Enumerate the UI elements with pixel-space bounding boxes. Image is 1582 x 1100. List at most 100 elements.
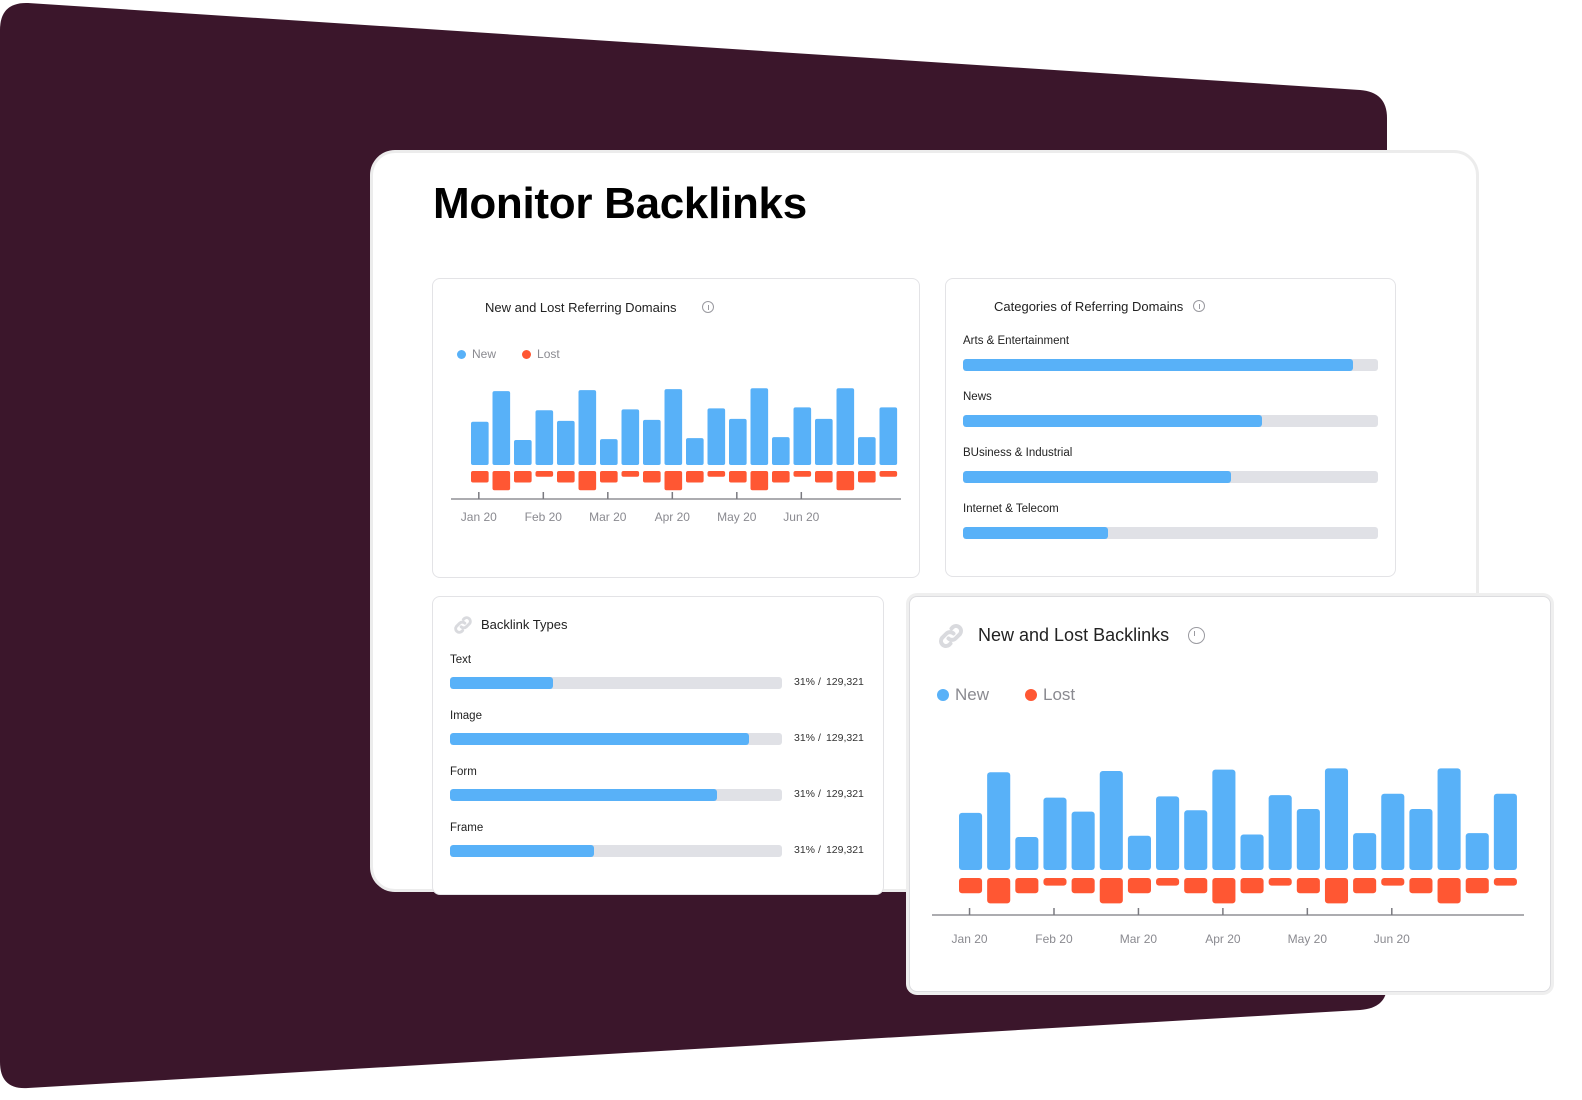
bar-new[interactable]	[750, 388, 769, 465]
backlinks-card: New and Lost Backlinks New Lost Jan 20 Fe…	[909, 596, 1551, 992]
bar-lost[interactable]	[1296, 878, 1320, 894]
bar-new[interactable]	[1324, 768, 1349, 870]
bar-lost[interactable]	[578, 471, 597, 491]
backlink-type-bar	[450, 845, 782, 857]
bar-new[interactable]	[1240, 834, 1264, 870]
stat-percent: 31%	[794, 676, 816, 688]
bar-new[interactable]	[1127, 835, 1151, 870]
bar-lost[interactable]	[1381, 878, 1405, 886]
backlink-type-label: Frame	[450, 822, 484, 834]
info-icon[interactable]	[702, 301, 714, 313]
info-icon[interactable]	[1188, 627, 1205, 644]
bar-lost[interactable]	[557, 471, 575, 483]
legend-lost[interactable]: Lost	[1025, 685, 1075, 705]
bar-lost[interactable]	[1156, 878, 1180, 886]
bar-lost[interactable]	[987, 878, 1011, 904]
bar-lost[interactable]	[643, 471, 661, 483]
bar-new[interactable]	[1409, 809, 1433, 870]
bar-new[interactable]	[1465, 833, 1489, 870]
backlink-type-bar-fill	[450, 733, 749, 745]
bar-new[interactable]	[1353, 833, 1377, 870]
bar-new[interactable]	[1184, 810, 1208, 870]
legend-new[interactable]: New	[937, 685, 989, 705]
bar-lost[interactable]	[1409, 878, 1433, 894]
bar-new[interactable]	[1071, 811, 1095, 870]
bar-lost[interactable]	[959, 878, 983, 894]
legend-new[interactable]: New	[457, 347, 496, 361]
bar-lost[interactable]	[1099, 878, 1123, 904]
bar-new[interactable]	[686, 438, 704, 465]
bar-lost[interactable]	[600, 471, 618, 483]
category-bar	[963, 415, 1378, 427]
bar-lost[interactable]	[535, 471, 554, 477]
bar-new[interactable]	[471, 421, 489, 465]
bar-lost[interactable]	[1493, 878, 1517, 886]
bar-lost[interactable]	[621, 471, 640, 477]
bar-lost[interactable]	[772, 471, 790, 483]
bar-new[interactable]	[772, 437, 790, 465]
bar-new[interactable]	[1493, 793, 1517, 870]
bar-lost[interactable]	[1324, 878, 1349, 904]
bar-new[interactable]	[600, 439, 618, 465]
lost-dot-icon	[522, 349, 532, 359]
bar-lost[interactable]	[514, 471, 532, 483]
bar-lost[interactable]	[815, 471, 833, 483]
bar-lost[interactable]	[729, 471, 747, 483]
bar-new[interactable]	[492, 391, 511, 465]
bar-lost[interactable]	[1184, 878, 1208, 894]
bar-new[interactable]	[793, 407, 812, 465]
bar-new[interactable]	[664, 389, 683, 465]
bar-lost[interactable]	[492, 471, 511, 491]
bar-lost[interactable]	[1465, 878, 1489, 894]
bar-new[interactable]	[959, 812, 983, 870]
x-tick-label: Feb 20	[525, 510, 563, 524]
bar-new[interactable]	[1296, 809, 1320, 870]
info-icon[interactable]	[1193, 300, 1205, 312]
bar-new[interactable]	[1156, 796, 1180, 870]
bar-lost[interactable]	[1127, 878, 1151, 894]
bar-new[interactable]	[1212, 769, 1236, 870]
bar-new[interactable]	[1015, 836, 1039, 870]
bar-lost[interactable]	[1071, 878, 1095, 894]
legend-lost[interactable]: Lost	[522, 347, 560, 361]
bar-lost[interactable]	[879, 471, 898, 477]
categories-title: Categories of Referring Domains	[994, 299, 1184, 314]
bar-new[interactable]	[1043, 797, 1067, 870]
bar-lost[interactable]	[1043, 878, 1067, 886]
category-label: Internet & Telecom	[963, 503, 1059, 515]
bar-lost[interactable]	[471, 471, 489, 483]
bar-new[interactable]	[621, 409, 640, 465]
bar-lost[interactable]	[1437, 878, 1461, 904]
bar-new[interactable]	[987, 772, 1011, 870]
bar-new[interactable]	[1381, 793, 1405, 870]
bar-new[interactable]	[514, 440, 532, 465]
bar-lost[interactable]	[858, 471, 876, 483]
bar-lost[interactable]	[1240, 878, 1264, 894]
bar-lost[interactable]	[836, 471, 855, 491]
bar-lost[interactable]	[686, 471, 704, 483]
bar-new[interactable]	[535, 410, 554, 465]
backlink-type-stat: 31%/ 129,321	[794, 732, 864, 744]
bar-new[interactable]	[879, 407, 898, 465]
bar-lost[interactable]	[1212, 878, 1236, 904]
bar-new[interactable]	[707, 408, 726, 465]
bar-new[interactable]	[815, 418, 833, 465]
bar-new[interactable]	[1437, 768, 1461, 870]
bar-lost[interactable]	[1353, 878, 1377, 894]
bar-lost[interactable]	[793, 471, 812, 477]
bar-new[interactable]	[1099, 770, 1123, 870]
bar-lost[interactable]	[1268, 878, 1292, 886]
backlink-types-title: Backlink Types	[481, 617, 568, 632]
bar-new[interactable]	[643, 419, 661, 465]
bar-new[interactable]	[1268, 795, 1292, 870]
bar-new[interactable]	[729, 418, 747, 465]
bar-lost[interactable]	[664, 471, 683, 491]
stat-count: 129,321	[825, 732, 864, 744]
bar-new[interactable]	[858, 437, 876, 465]
bar-lost[interactable]	[750, 471, 769, 491]
bar-lost[interactable]	[1015, 878, 1039, 894]
bar-new[interactable]	[836, 388, 855, 465]
bar-lost[interactable]	[707, 471, 726, 477]
bar-new[interactable]	[557, 420, 575, 465]
bar-new[interactable]	[578, 390, 597, 465]
